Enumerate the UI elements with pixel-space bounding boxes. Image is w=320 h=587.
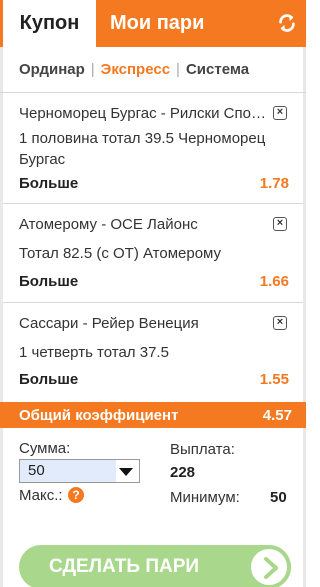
mode-system[interactable]: Система xyxy=(186,61,249,78)
coupon-header: Купон Мои пари xyxy=(0,0,306,47)
chevron-down-icon[interactable] xyxy=(119,468,133,476)
help-icon[interactable]: ? xyxy=(68,487,84,503)
max-stake-label: Макс.: xyxy=(19,487,63,504)
bet-item: Сассари - Рейер Венеция × 1 четверть тот… xyxy=(3,303,303,402)
bet-selection: Больше xyxy=(19,371,79,388)
mode-single[interactable]: Ординар xyxy=(19,61,85,78)
tab-my-bets[interactable]: Мои пари xyxy=(110,0,204,47)
remove-bet-icon[interactable]: × xyxy=(273,316,287,330)
refresh-icon[interactable] xyxy=(276,12,298,34)
place-bet-button[interactable]: СДЕЛАТЬ ПАРИ xyxy=(19,545,291,587)
remove-bet-icon[interactable]: × xyxy=(273,217,287,231)
bet-odd: 1.78 xyxy=(259,175,289,192)
mode-divider: | xyxy=(176,61,180,78)
bet-market: 1 половина тотал 39.5 Черноморец Бургас xyxy=(19,130,266,168)
bet-market: Тотал 82.5 (с ОТ) Атомерому xyxy=(19,245,222,262)
bet-item: Атомерому - ОСЕ Лайонс × Тотал 82.5 (с О… xyxy=(3,204,303,303)
bet-mode-selector: Ординар | Экспресс | Система xyxy=(0,47,306,93)
bet-match: Атомерому - ОСЕ Лайонс xyxy=(19,216,198,233)
minimum-label: Минимум: xyxy=(170,489,240,506)
bet-match: Сассари - Рейер Венеция xyxy=(19,315,199,332)
mode-express[interactable]: Экспресс xyxy=(101,61,170,78)
minimum-value: 50 xyxy=(270,489,287,506)
remove-bet-icon[interactable]: × xyxy=(273,106,287,120)
bet-odd: 1.66 xyxy=(259,273,289,290)
stake-input[interactable]: 50 xyxy=(20,460,116,482)
place-bet-label: СДЕЛАТЬ ПАРИ xyxy=(49,556,200,577)
total-odds-value: 4.57 xyxy=(262,406,292,424)
bet-odd: 1.55 xyxy=(259,371,289,388)
mode-divider: | xyxy=(90,61,95,78)
payout-label: Выплата: xyxy=(170,441,235,458)
bet-item: Черноморец Бургас - Рилски Спортист × 1 … xyxy=(3,93,303,204)
payout-value: 228 xyxy=(170,464,196,481)
total-odds-bar: Общий коэффициент 4.57 xyxy=(0,402,306,428)
stake-select[interactable]: 50 xyxy=(19,459,140,483)
bet-match: Черноморец Бургас - Рилски Спортист xyxy=(19,105,267,122)
stake-label: Сумма: xyxy=(19,440,71,457)
tab-coupon[interactable]: Купон xyxy=(0,0,96,47)
bet-selection: Больше xyxy=(19,175,79,192)
arrow-right-icon[interactable] xyxy=(247,545,291,587)
total-odds-label: Общий коэффициент xyxy=(19,406,179,424)
bet-selection: Больше xyxy=(19,273,79,290)
bet-market: 1 четверть тотал 37.5 xyxy=(19,344,169,361)
